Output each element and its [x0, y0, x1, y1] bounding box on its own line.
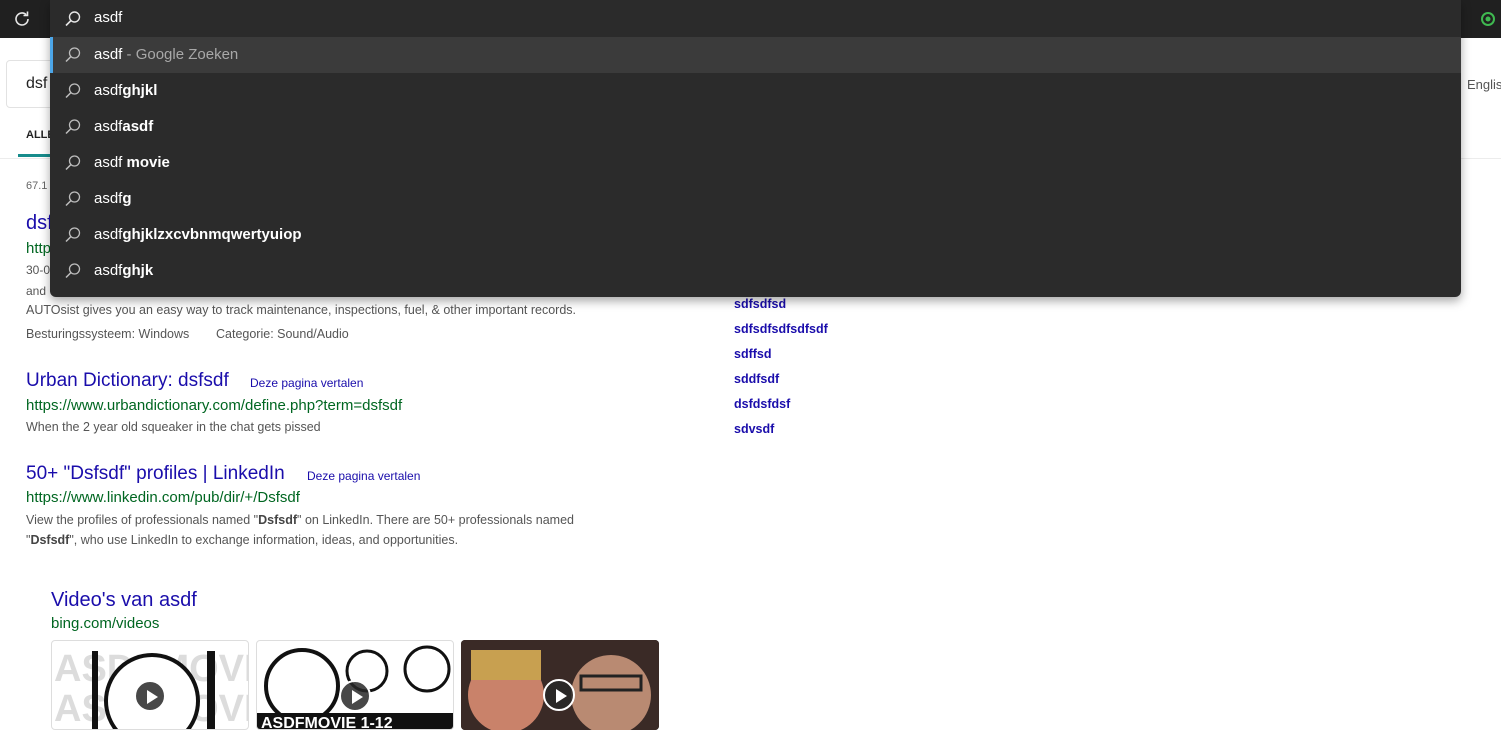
- suggestion-engine-label: - Google Zoeken: [122, 46, 239, 63]
- result-2-translate-link[interactable]: Deze pagina vertalen: [250, 376, 363, 390]
- suggestion-item[interactable]: asdf - Google Zoeken: [50, 37, 1461, 73]
- result-1-title[interactable]: dsf: [26, 212, 53, 235]
- video-thumbnail-1[interactable]: ASDFMOVIE12 ASDFMOVIE12: [51, 640, 249, 730]
- result-1-snippet-fragment: 30-0: [26, 263, 51, 277]
- result-3-translate-link[interactable]: Deze pagina vertalen: [307, 469, 420, 483]
- suggestion-completion: g: [122, 190, 132, 207]
- address-bar-dropdown: asdf asdf - Google Zoeken asdfghjkl asdfas…: [50, 0, 1461, 297]
- search-icon: [65, 47, 81, 63]
- result-1-snippet-fragment: and: [26, 284, 47, 298]
- result-1-os: Besturingssysteem: Windows: [26, 327, 190, 341]
- play-icon[interactable]: [339, 680, 371, 712]
- search-icon: [65, 155, 81, 171]
- search-icon: [65, 191, 81, 207]
- videos-source: bing.com/videos: [51, 615, 160, 632]
- suggestion-item[interactable]: asdf movie: [50, 145, 1461, 181]
- suggestion-typed: asdf: [94, 82, 123, 99]
- suggestion-item[interactable]: asdfasdf: [50, 109, 1461, 145]
- extension-icon[interactable]: [1480, 11, 1496, 27]
- suggestion-text: asdf movie: [94, 154, 170, 171]
- result-3-snippet-line-2: "Dsfsdf", who use LinkedIn to exchange i…: [26, 533, 459, 547]
- result-2-url: https://www.urbandictionary.com/define.p…: [26, 397, 403, 414]
- result-1-category: Categorie: Sound/Audio: [216, 327, 349, 341]
- result-3-title[interactable]: 50+ "Dsfsdf" profiles | LinkedIn: [26, 463, 285, 485]
- address-bar[interactable]: asdf: [50, 0, 1461, 37]
- reload-icon[interactable]: [12, 9, 32, 29]
- video-thumbnail-2[interactable]: ASDFMOVIE 1-12: [256, 640, 454, 730]
- search-icon: [65, 227, 81, 243]
- suggestion-item[interactable]: asdfghjkl: [50, 73, 1461, 109]
- suggestion-text: asdf - Google Zoeken: [94, 46, 238, 63]
- related-searches: sdfsdfsd sdfsdfsdfsdfsdf sdffsd sddfsdf …: [734, 296, 828, 446]
- related-search-link[interactable]: dsfdsfdsf: [734, 396, 828, 421]
- suggestion-completion: ghjkl: [122, 82, 158, 99]
- suggestion-item[interactable]: asdfg: [50, 181, 1461, 217]
- result-2-title[interactable]: Urban Dictionary: dsfsdf: [26, 370, 229, 392]
- suggestion-typed: asdf: [94, 46, 123, 63]
- search-icon: [65, 83, 81, 99]
- result-count: 67.1: [26, 180, 48, 192]
- suggestion-completion: ghjk: [122, 262, 154, 279]
- suggestion-typed: asdf: [94, 190, 123, 207]
- suggestion-typed: asdf: [94, 226, 123, 243]
- search-icon: [65, 119, 81, 135]
- suggestion-text: asdfghjkl: [94, 82, 157, 99]
- videos-title[interactable]: Video's van asdf: [51, 589, 197, 612]
- suggestion-completion: movie: [122, 154, 170, 171]
- suggestion-completion: asdf: [122, 118, 154, 135]
- page-search-query: dsf: [26, 75, 48, 92]
- video-thumbnail-3[interactable]: [461, 640, 659, 730]
- result-1-url: http: [26, 240, 52, 257]
- suggestion-text: asdfasdf: [94, 118, 153, 135]
- related-search-link[interactable]: sddfsdf: [734, 371, 828, 396]
- suggestion-typed: asdf: [94, 154, 123, 171]
- language-link[interactable]: Englis: [1467, 77, 1501, 92]
- suggestion-typed: asdf: [94, 118, 123, 135]
- result-2-snippet: When the 2 year old squeaker in the chat…: [26, 420, 321, 434]
- suggestion-item[interactable]: asdfghjklzxcvbnmqwertyuiop: [50, 217, 1461, 253]
- related-search-link[interactable]: sdffsd: [734, 346, 828, 371]
- search-icon: [65, 11, 81, 27]
- related-search-link[interactable]: sdfsdfsd: [734, 296, 828, 321]
- suggestion-completion: ghjklzxcvbnmqwertyuiop: [122, 226, 302, 243]
- suggestion-text: asdfghjklzxcvbnmqwertyuiop: [94, 226, 302, 243]
- suggestion-typed: asdf: [94, 262, 123, 279]
- related-search-link[interactable]: sdvsdf: [734, 421, 828, 446]
- address-bar-input[interactable]: asdf: [94, 9, 122, 26]
- play-icon[interactable]: [543, 679, 575, 711]
- result-3-snippet-line-1: View the profiles of professionals named…: [26, 513, 574, 527]
- suggestion-text: asdfghjk: [94, 262, 153, 279]
- suggestion-list: asdf - Google Zoeken asdfghjkl asdfasdf asd…: [50, 37, 1461, 289]
- thumbnail-2-text: ASDFMOVIE 1-12: [261, 715, 393, 730]
- search-icon: [65, 263, 81, 279]
- result-3-url: https://www.linkedin.com/pub/dir/+/Dsfsd…: [26, 489, 300, 506]
- suggestion-text: asdfg: [94, 190, 132, 207]
- result-1-snippet: AUTOsist gives you an easy way to track …: [26, 303, 577, 317]
- play-icon[interactable]: [134, 680, 166, 712]
- suggestion-item[interactable]: asdfghjk: [50, 253, 1461, 289]
- related-search-link[interactable]: sdfsdfsdfsdfsdf: [734, 321, 828, 346]
